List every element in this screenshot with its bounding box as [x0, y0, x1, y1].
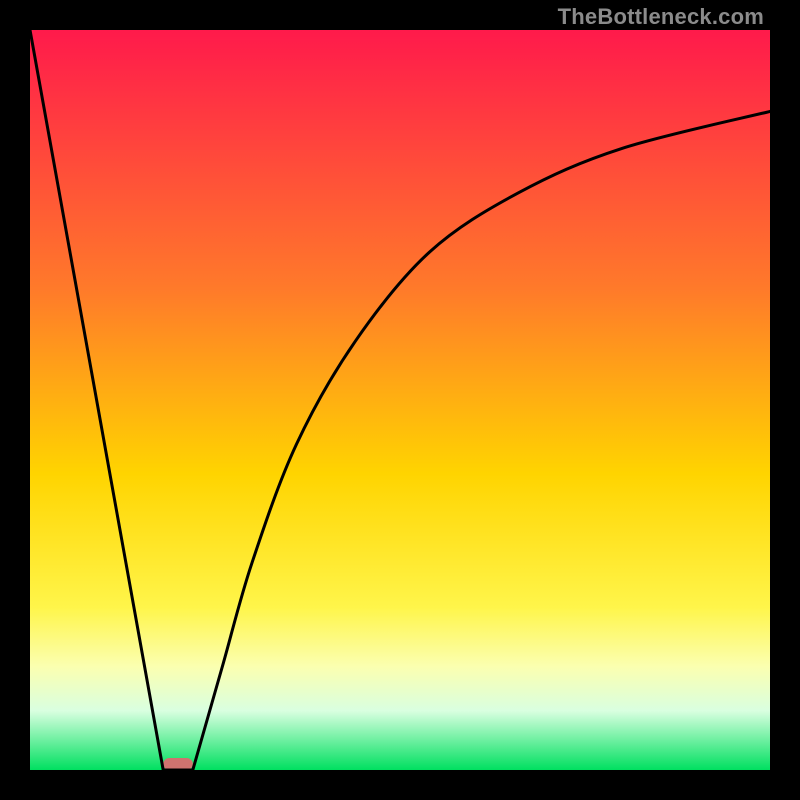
bottleneck-chart: [30, 30, 770, 770]
chart-frame: [30, 30, 770, 770]
watermark-text: TheBottleneck.com: [558, 4, 764, 30]
target-marker: [163, 758, 193, 770]
chart-background: [30, 30, 770, 770]
